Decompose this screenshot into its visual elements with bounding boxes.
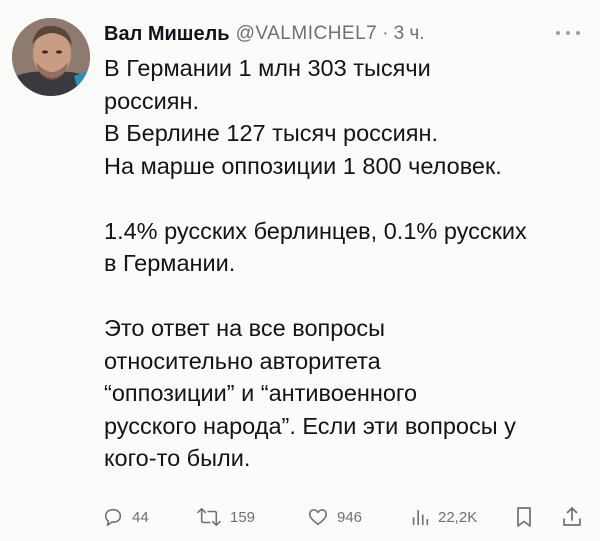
- bookmark-icon: [517, 507, 531, 527]
- views-count: 22,2K: [438, 508, 478, 526]
- heart-icon: [308, 509, 328, 526]
- reply-button[interactable]: 44: [102, 502, 149, 532]
- tweet-text-line: В Германии 1 млн 303 тысячи: [104, 55, 431, 81]
- author-name[interactable]: Вал Мишель: [104, 23, 230, 46]
- bookmark-button[interactable]: [514, 502, 534, 532]
- tweet-text-line: кого-то были.: [104, 445, 251, 471]
- reply-count: 44: [132, 508, 149, 526]
- like-count: 946: [337, 508, 363, 526]
- tweet-text-line: На марше оппозиции 1 800 человек.: [104, 152, 502, 179]
- views-button[interactable]: 22,2K: [410, 502, 477, 532]
- repost-button[interactable]: 159: [196, 502, 255, 532]
- timestamp[interactable]: 3 ч.: [394, 23, 425, 45]
- share-icon: [563, 507, 581, 526]
- tweet-text-line: Это ответ на все вопросы: [104, 315, 386, 341]
- separator-dot: ·: [382, 23, 389, 44]
- tweet-text-line: относительно авторитета: [104, 347, 381, 374]
- author-handle[interactable]: @VALMICHEL7: [236, 23, 378, 45]
- like-button[interactable]: 946: [307, 502, 362, 532]
- tweet-text: В Германии 1 млн 303 тысячи россиян. В Б…: [104, 52, 590, 475]
- repost-icon: [197, 507, 221, 527]
- views-icon: [412, 509, 429, 526]
- avatar-portrait: [12, 18, 90, 96]
- reply-icon: [104, 508, 122, 527]
- tweet: Вал Мишель @VALMICHEL7 · 3 ч. В Германии…: [0, 0, 600, 541]
- action-bar: 44 159 946 22,2K: [102, 502, 590, 532]
- share-button[interactable]: [560, 502, 584, 532]
- tweet-text-line: в Германии.: [104, 250, 236, 276]
- tweet-text-line: россиян.: [104, 87, 199, 114]
- tweet-text-line: В Берлине 127 тысяч россиян.: [104, 120, 439, 146]
- tweet-text-line: 1.4% русских берлинцев, 0.1% русских: [104, 217, 527, 244]
- tweet-header: Вал Мишель @VALMICHEL7 · 3 ч.: [104, 18, 584, 50]
- repost-count: 159: [230, 508, 256, 526]
- avatar[interactable]: [12, 18, 90, 96]
- more-icon[interactable]: [556, 28, 580, 38]
- tweet-text-line: русского народа”. Если эти вопросы у: [104, 412, 516, 439]
- tweet-text-line: “оппозиции” и “антивоенного: [104, 380, 418, 406]
